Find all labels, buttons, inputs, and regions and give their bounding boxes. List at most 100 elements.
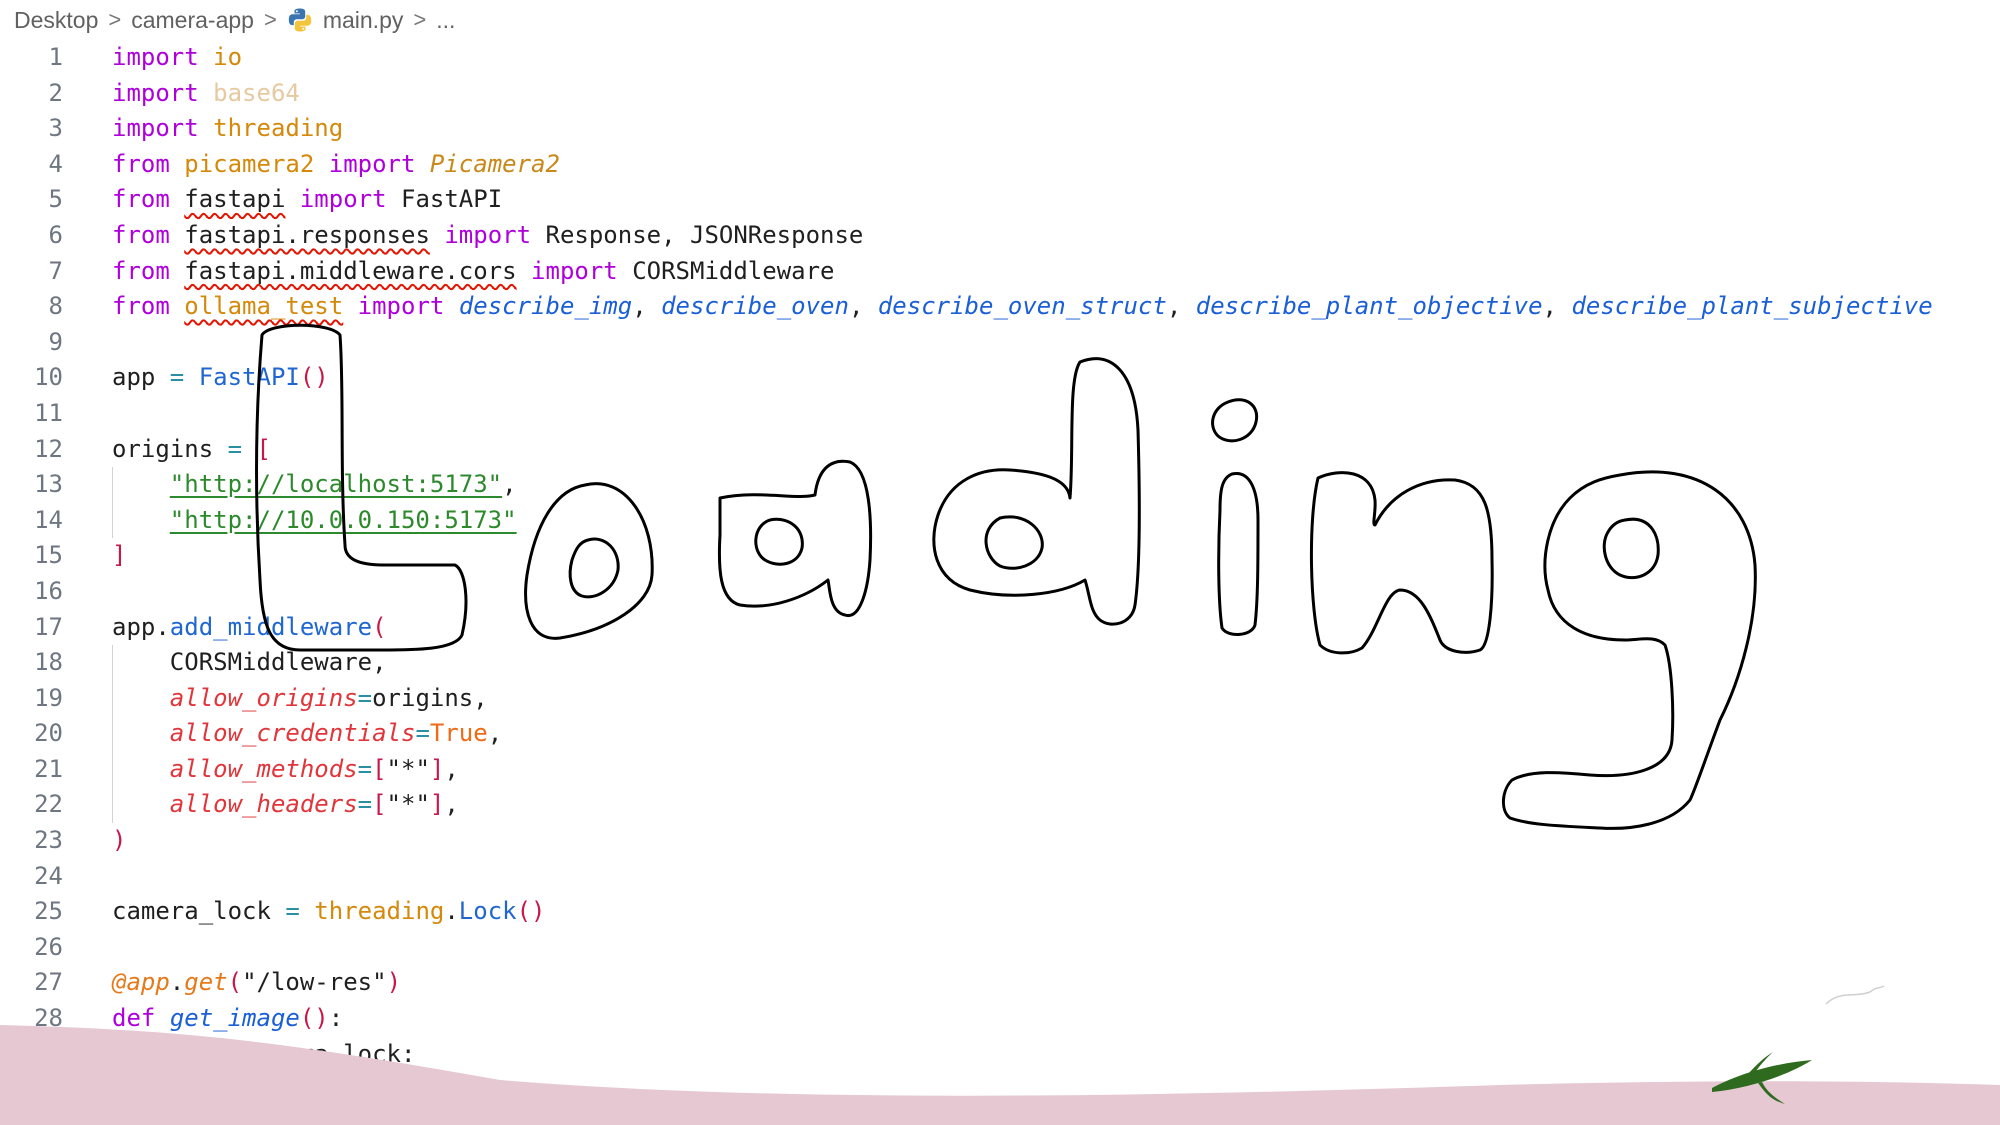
- code-text: from ollama_test import describe_img, de…: [112, 289, 1933, 325]
- code-text: from picamera2 import Picamera2: [112, 147, 560, 183]
- code-token: describe_plant_subjective: [1571, 292, 1933, 321]
- code-line[interactable]: 13 "http://localhost:5173",: [0, 467, 2000, 503]
- code-text: allow_origins=origins,: [112, 681, 488, 717]
- code-token: (): [516, 897, 546, 926]
- code-line[interactable]: 25 camera_lock = threading.Lock(): [0, 894, 2000, 930]
- code-line[interactable]: 11: [0, 396, 2000, 432]
- code-token: FastAPI: [198, 363, 300, 392]
- code-token: import: [328, 149, 416, 178]
- code-token: from: [112, 256, 170, 285]
- code-line[interactable]: 14 "http://10.0.0.150:5173": [0, 502, 2000, 539]
- line-number: 19: [34, 683, 63, 712]
- code-line[interactable]: with camera_lock:: [0, 1036, 2000, 1073]
- code-line[interactable]: 4 from picamera2 import Picamera2: [0, 147, 2000, 183]
- code-line[interactable]: 2 import base64: [0, 76, 2000, 112]
- code-token: =: [227, 434, 243, 463]
- code-line[interactable]: 19 allow_origins=origins,: [0, 680, 2000, 717]
- code-token: allow_origins: [169, 683, 358, 712]
- code-token: [: [372, 790, 387, 819]
- code-line[interactable]: 7 from fastapi.middleware.cors import COR…: [0, 254, 2000, 290]
- breadcrumb-item-file[interactable]: main.py: [323, 7, 404, 34]
- code-token: import: [531, 256, 618, 285]
- code-token: .: [444, 897, 459, 926]
- code-token: from: [112, 185, 170, 214]
- code-token: (: [372, 612, 387, 641]
- line-number: 28: [34, 1004, 63, 1033]
- code-line[interactable]: 8 from ollama_test import describe_img, d…: [0, 289, 2000, 325]
- line-number: 10: [34, 363, 63, 392]
- code-token: "http://10.0.0.150:5173": [169, 505, 517, 534]
- code-token: threading: [314, 897, 445, 926]
- line-number: 2: [48, 78, 63, 107]
- line-number: 24: [34, 861, 63, 890]
- code-line[interactable]: 6 from fastapi.responses import Response,…: [0, 218, 2000, 254]
- code-token: =: [285, 897, 300, 926]
- code-token: allow_credentials: [169, 719, 416, 748]
- breadcrumb: Desktop > camera-app > main.py > ...: [14, 0, 455, 40]
- code-line[interactable]: 20 allow_credentials=True,: [0, 716, 2000, 752]
- code-text: with camera_lock:: [112, 1037, 416, 1073]
- code-token: ,: [848, 292, 878, 321]
- code-token: camera_lock:: [227, 1039, 416, 1068]
- code-text: @app.get("/low-res"): [112, 965, 401, 1001]
- code-token: ,: [1166, 292, 1196, 321]
- code-line[interactable]: 27 @app.get("/low-res"): [0, 965, 2000, 1001]
- code-text: "http://localhost:5173",: [112, 467, 517, 503]
- code-token: "http://localhost:5173": [169, 470, 503, 499]
- code-line[interactable]: 24: [0, 859, 2000, 895]
- breadcrumb-item-folder[interactable]: camera-app: [131, 7, 254, 34]
- code-line[interactable]: 18 CORSMiddleware,: [0, 645, 2000, 681]
- code-line[interactable]: 17 app.add_middleware(: [0, 610, 2000, 646]
- code-token: ]: [112, 541, 127, 570]
- line-number: 18: [34, 648, 63, 677]
- code-line[interactable]: 22 allow_headers=["*"],: [0, 787, 2000, 824]
- code-token: FastAPI: [386, 185, 503, 214]
- code-editor[interactable]: 1 import io 2 import base64 3 import threadin…: [0, 40, 2000, 1073]
- code-token: ): [386, 968, 402, 997]
- code-line[interactable]: 26: [0, 930, 2000, 966]
- code-token: fastapi: [184, 185, 286, 214]
- code-token: camera_lock: [112, 897, 286, 926]
- code-line[interactable]: 9: [0, 325, 2000, 361]
- code-token: @app: [112, 968, 170, 997]
- code-line[interactable]: 28 def get_image():: [0, 1001, 2000, 1037]
- code-token: app: [112, 363, 170, 392]
- chevron-right-icon: >: [413, 7, 427, 32]
- line-number: 25: [34, 897, 63, 926]
- code-line[interactable]: 15]: [0, 538, 2000, 574]
- code-token: ]: [429, 754, 445, 783]
- code-token: [: [372, 754, 387, 783]
- code-line[interactable]: 5 from fastapi import FastAPI: [0, 182, 2000, 218]
- line-number: 17: [34, 612, 63, 641]
- code-line[interactable]: 16: [0, 574, 2000, 610]
- code-line[interactable]: 12 origins = [: [0, 432, 2000, 468]
- code-text: from fastapi.responses import Response, …: [112, 218, 863, 254]
- code-token: ,: [502, 470, 517, 499]
- line-number: 4: [48, 149, 63, 178]
- breadcrumb-item-desktop[interactable]: Desktop: [14, 7, 98, 34]
- code-line[interactable]: 23): [0, 823, 2000, 859]
- code-token: describe_oven_struct: [877, 292, 1167, 321]
- code-line[interactable]: 1 import io: [0, 40, 2000, 76]
- code-line[interactable]: 10 app = FastAPI(): [0, 360, 2000, 396]
- code-token: Response, JSONResponse: [531, 220, 864, 249]
- code-token: fastapi.responses: [184, 220, 430, 249]
- code-token: ollama_test: [184, 292, 344, 321]
- code-token: import: [112, 114, 199, 143]
- code-token: =: [357, 683, 373, 712]
- code-line[interactable]: 3 import threading: [0, 111, 2000, 147]
- breadcrumb-item-ellipsis[interactable]: ...: [436, 7, 455, 34]
- code-line[interactable]: 21 allow_methods=["*"],: [0, 751, 2000, 788]
